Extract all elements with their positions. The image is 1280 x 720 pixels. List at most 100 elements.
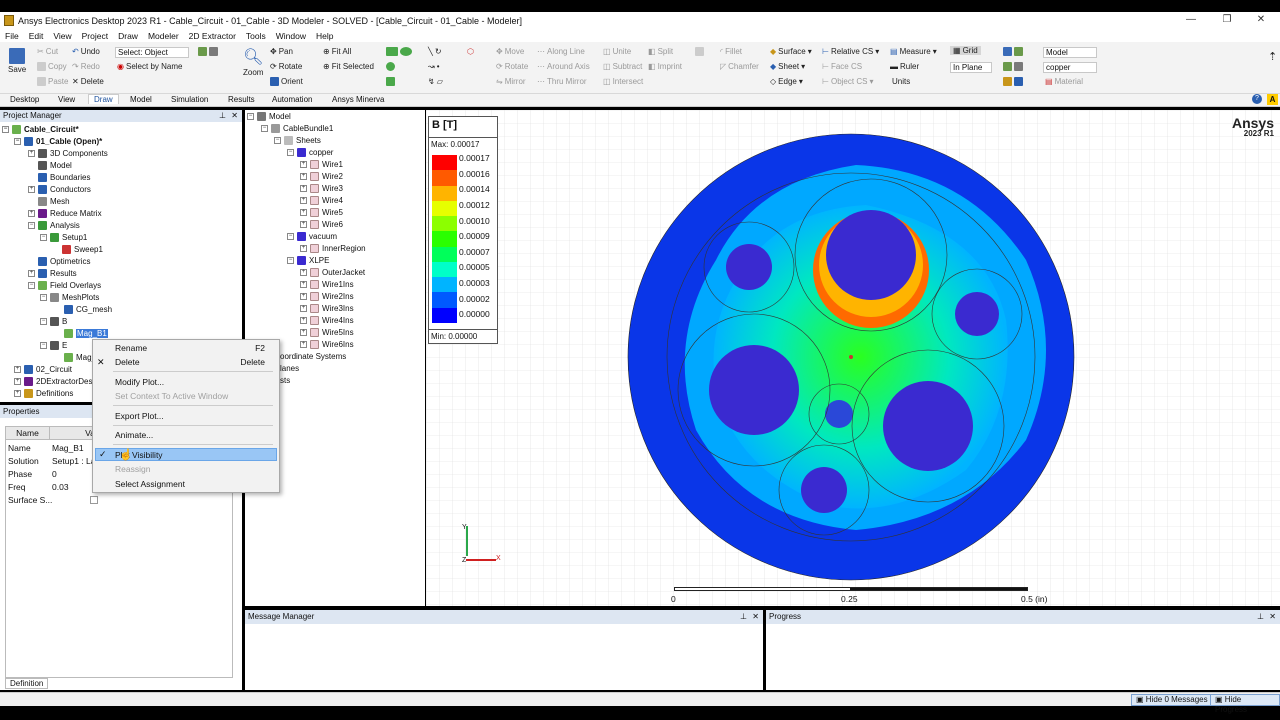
tree-wire5[interactable]: + Wire5 xyxy=(300,207,343,218)
minimize-button[interactable]: — xyxy=(1176,12,1206,29)
field-plot-svg[interactable] xyxy=(426,110,1280,606)
menu-2d-extractor[interactable]: 2D Extractor xyxy=(184,31,241,41)
intersect-button[interactable]: ◫ Intersect xyxy=(603,77,643,86)
undo-button[interactable]: ↶ Undo xyxy=(72,47,100,56)
select-mode-dropdown[interactable]: Select: Object xyxy=(115,47,189,58)
pan-button[interactable]: ✥ Pan xyxy=(270,47,293,56)
tree-item-design[interactable]: −01_Cable (Open)* xyxy=(14,136,102,147)
draw-shapes-group[interactable] xyxy=(386,47,412,56)
ellipse-icon[interactable] xyxy=(400,47,412,56)
relative-cs-dropdown[interactable]: ⊢ Relative CS ▾ xyxy=(822,47,879,56)
tab-ansys-minerva[interactable]: Ansys Minerva xyxy=(332,95,384,104)
tree-item-mag-b1[interactable]: Mag_B1 xyxy=(64,328,108,339)
tab-draw[interactable]: Draw xyxy=(88,94,119,104)
menu-item-modify-plot[interactable]: Modify Plot... xyxy=(115,377,164,387)
tree-coordinate-systems[interactable]: oordinate Systems xyxy=(280,351,346,362)
around-axis-button[interactable]: ⋯ Around Axis xyxy=(537,62,590,71)
expand-icon[interactable]: + xyxy=(28,210,35,217)
hide-progress-button[interactable]: ▣ Hide Progress xyxy=(1210,694,1280,714)
tree-item-optimetrics[interactable]: Optimetrics xyxy=(38,256,90,267)
measure-dropdown[interactable]: ▤ Measure ▾ xyxy=(890,47,937,56)
tree-wire6ins[interactable]: + Wire6Ins xyxy=(300,339,354,350)
tree-wire2ins[interactable]: + Wire2Ins xyxy=(300,291,354,302)
unite-button[interactable]: ◫ Unite xyxy=(603,47,631,56)
edge-dropdown[interactable]: ◇ Edge ▾ xyxy=(770,77,803,86)
pin-icon[interactable]: ⊥ xyxy=(219,110,226,122)
operations-icons[interactable]: ⬡ xyxy=(467,47,474,56)
orient-button[interactable]: Orient xyxy=(270,77,303,86)
menu-item-delete[interactable]: Delete xyxy=(115,357,140,367)
menu-project[interactable]: Project xyxy=(77,31,113,41)
collapse-icon[interactable]: − xyxy=(28,282,35,289)
collapse-icon[interactable]: − xyxy=(14,138,21,145)
rotate-button[interactable]: ⟳ Rotate xyxy=(496,62,528,71)
expand-icon[interactable]: + xyxy=(300,317,307,324)
tab-results[interactable]: Results xyxy=(228,95,255,104)
tree-item-meshplots[interactable]: − MeshPlots xyxy=(40,292,99,303)
tree-lists[interactable]: sts xyxy=(280,375,290,386)
grid-plane-dropdown[interactable]: In Plane xyxy=(950,62,992,73)
tree-wire3[interactable]: + Wire3 xyxy=(300,183,343,194)
selection-filter-buttons[interactable] xyxy=(198,47,218,56)
tab-model[interactable]: Model xyxy=(130,95,152,104)
tree-wire2[interactable]: + Wire2 xyxy=(300,171,343,182)
modeler-canvas[interactable]: B [T] Max: 0.00017 Min: 0.00000 0.00017 0… xyxy=(426,110,1280,606)
collapse-icon[interactable]: − xyxy=(287,257,294,264)
tree-item-e[interactable]: − E xyxy=(40,340,67,351)
move-button[interactable]: ✥ Move xyxy=(496,47,524,56)
expand-icon[interactable]: + xyxy=(28,186,35,193)
side-tools[interactable] xyxy=(695,47,704,56)
tree-item-b[interactable]: − B xyxy=(40,316,67,327)
save-button[interactable]: Save xyxy=(8,48,26,74)
menu-item-rename[interactable]: Rename xyxy=(115,343,147,353)
grid-toggle[interactable]: ▦ Grid xyxy=(950,46,981,55)
subtract-button[interactable]: ◫ Subtract xyxy=(603,62,642,71)
units-button[interactable]: Units xyxy=(892,77,910,86)
tree-copper[interactable]: − copper xyxy=(287,147,333,158)
imprint-button[interactable]: ◧ Imprint xyxy=(648,62,682,71)
rectangle-icon[interactable] xyxy=(386,47,398,56)
tree-innerregion[interactable]: + InnerRegion xyxy=(300,243,366,254)
tree-model[interactable]: − Model xyxy=(247,111,291,122)
tree-item-conductors[interactable]: + Conductors xyxy=(28,184,91,195)
line-tools[interactable]: ╲ ↻ xyxy=(428,47,442,56)
tree-xlpe[interactable]: − XLPE xyxy=(287,255,329,266)
collapse-icon[interactable]: − xyxy=(40,342,47,349)
view-icons-3[interactable] xyxy=(1003,77,1023,86)
split-button[interactable]: ◧ Split xyxy=(648,47,673,56)
collapse-icon[interactable]: − xyxy=(28,222,35,229)
sheet-dropdown[interactable]: ◆ Sheet ▾ xyxy=(770,62,805,71)
tree-wire4ins[interactable]: + Wire4Ins xyxy=(300,315,354,326)
collapse-icon[interactable]: − xyxy=(247,113,254,120)
pin-icon[interactable]: ⊥ xyxy=(740,610,747,624)
select-by-name-button[interactable]: ◉ Select by Name xyxy=(117,62,182,71)
tree-cablebundle1[interactable]: − CableBundle1 xyxy=(261,123,333,134)
prop-name-value[interactable]: Mag_B1 xyxy=(52,442,84,454)
prop-freq-value[interactable]: 0.03 xyxy=(52,481,69,493)
expand-icon[interactable]: + xyxy=(300,161,307,168)
view-icon-6[interactable] xyxy=(1014,77,1023,86)
tree-wire1[interactable]: + Wire1 xyxy=(300,159,343,170)
hide-messages-button[interactable]: ▣ Hide 0 Messages xyxy=(1131,694,1213,706)
view-icon-2[interactable] xyxy=(1014,47,1023,56)
tree-item-2dextractor[interactable]: +2DExtractorDesi xyxy=(14,376,94,387)
tree-item-boundaries[interactable]: Boundaries xyxy=(38,172,90,183)
expand-icon[interactable]: + xyxy=(300,197,307,204)
redo-button[interactable]: ↷ Redo xyxy=(72,62,100,71)
pin-icon[interactable]: ⊥ xyxy=(1257,610,1264,624)
fillet-button[interactable]: ◜ Fillet xyxy=(720,47,742,56)
collapse-icon[interactable]: − xyxy=(287,233,294,240)
fit-selected-button[interactable]: ⊕ Fit Selected xyxy=(323,62,374,71)
thru-mirror-button[interactable]: ⋯ Thru Mirror xyxy=(537,77,587,86)
spline-tools[interactable]: ↝ • xyxy=(428,62,440,71)
tree-outerjacket[interactable]: + OuterJacket xyxy=(300,267,365,278)
tree-wire5ins[interactable]: + Wire5Ins xyxy=(300,327,354,338)
surface-dropdown[interactable]: ◆ Surface ▾ xyxy=(770,47,812,56)
menu-edit[interactable]: Edit xyxy=(24,31,49,41)
expand-icon[interactable]: + xyxy=(300,269,307,276)
helix-tools[interactable]: ↯ ▱ xyxy=(428,77,443,86)
expand-icon[interactable]: + xyxy=(300,293,307,300)
view-icon-1[interactable] xyxy=(1003,47,1012,56)
tree-item-reduce-matrix[interactable]: + Reduce Matrix xyxy=(28,208,102,219)
view-icons-2[interactable] xyxy=(1003,62,1023,71)
